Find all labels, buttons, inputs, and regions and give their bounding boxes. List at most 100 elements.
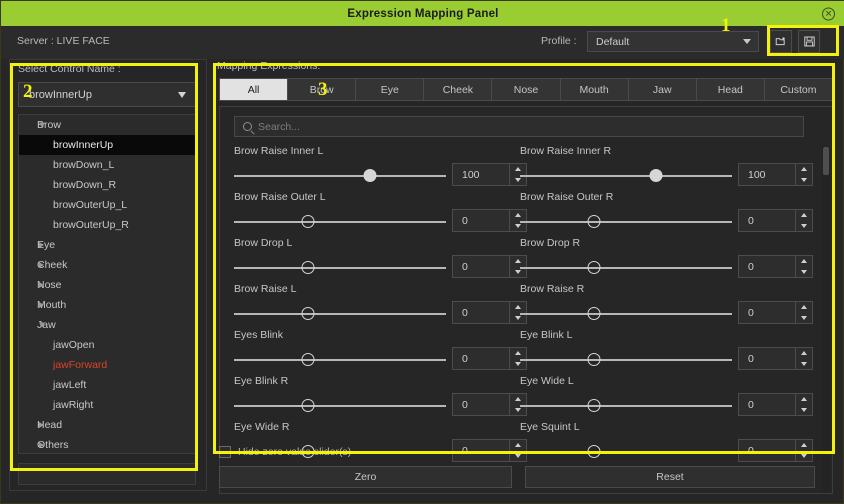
control-name-dropdown[interactable]: browInnerUp: [18, 82, 196, 107]
stepper-up-icon[interactable]: [796, 348, 812, 359]
slider-value-input[interactable]: 0: [738, 301, 796, 324]
expression-slider[interactable]: [234, 261, 446, 275]
tree-item-others[interactable]: Others: [19, 435, 195, 453]
expression-slider[interactable]: [234, 399, 446, 413]
tree-item-browdown_l[interactable]: browDown_L: [19, 155, 195, 175]
hide-zero-value-sliders-checkbox[interactable]: Hide zero value slider(s): [219, 446, 351, 458]
scrollbar-thumb[interactable]: [823, 147, 829, 175]
tree-item-mouth[interactable]: Mouth: [19, 295, 195, 315]
expression-slider[interactable]: [234, 169, 446, 183]
slider-value-input[interactable]: 0: [452, 393, 510, 416]
chevron-down-icon[interactable]: [39, 122, 45, 128]
expression-slider[interactable]: [234, 215, 446, 229]
stepper-up-icon[interactable]: [796, 440, 812, 451]
slider-value-input[interactable]: 0: [738, 209, 796, 232]
slider-knob[interactable]: [587, 353, 601, 366]
slider-knob[interactable]: [363, 169, 377, 182]
stepper-down-icon[interactable]: [796, 451, 812, 462]
slider-knob[interactable]: [587, 445, 601, 458]
stepper-down-icon[interactable]: [796, 405, 812, 416]
tree-item-browouterup_l[interactable]: browOuterUp_L: [19, 195, 195, 215]
slider-knob[interactable]: [301, 399, 315, 412]
slider-stepper[interactable]: [796, 439, 813, 462]
stepper-down-icon[interactable]: [796, 359, 812, 370]
slider-stepper[interactable]: [796, 163, 813, 186]
tree-item-brow[interactable]: Brow: [19, 115, 195, 135]
slider-knob[interactable]: [587, 399, 601, 412]
tree-item-browouterup_r[interactable]: browOuterUp_R: [19, 215, 195, 235]
chevron-right-icon[interactable]: [39, 302, 44, 308]
expression-slider[interactable]: [520, 215, 732, 229]
tab-all[interactable]: All: [219, 78, 289, 101]
slider-value-input[interactable]: 0: [738, 255, 796, 278]
expression-slider[interactable]: [520, 169, 732, 183]
stepper-down-icon[interactable]: [796, 267, 812, 278]
slider-stepper[interactable]: [796, 347, 813, 370]
expression-slider[interactable]: [234, 353, 446, 367]
slider-knob[interactable]: [301, 353, 315, 366]
expression-slider[interactable]: [520, 399, 732, 413]
slider-value-input[interactable]: 0: [738, 347, 796, 370]
save-profile-button[interactable]: [798, 30, 820, 53]
slider-knob[interactable]: [301, 261, 315, 274]
tree-item-jawright[interactable]: jawRight: [19, 395, 195, 415]
slider-value-input[interactable]: 0: [452, 347, 510, 370]
slider-value-input[interactable]: 0: [738, 393, 796, 416]
stepper-up-icon[interactable]: [796, 394, 812, 405]
expression-slider[interactable]: [234, 307, 446, 321]
search-input[interactable]: Search...: [234, 116, 804, 137]
slider-knob[interactable]: [649, 169, 663, 182]
tree-item-nose[interactable]: Nose: [19, 275, 195, 295]
chevron-right-icon[interactable]: [39, 442, 44, 448]
close-icon[interactable]: ✕: [822, 7, 835, 20]
slider-knob[interactable]: [301, 307, 315, 320]
chevron-right-icon[interactable]: [39, 422, 44, 428]
zero-button[interactable]: Zero: [219, 466, 512, 488]
slider-knob[interactable]: [587, 261, 601, 274]
tab-brow[interactable]: Brow: [288, 78, 357, 101]
slider-stepper[interactable]: [796, 393, 813, 416]
chevron-right-icon[interactable]: [39, 282, 44, 288]
tab-eye[interactable]: Eye: [356, 78, 425, 101]
stepper-down-icon[interactable]: [796, 221, 812, 232]
stepper-down-icon[interactable]: [796, 313, 812, 324]
tab-mouth[interactable]: Mouth: [560, 78, 629, 101]
vertical-scrollbar[interactable]: [822, 145, 830, 493]
tree-item-head[interactable]: Head: [19, 415, 195, 435]
slider-knob[interactable]: [587, 307, 601, 320]
slider-value-input[interactable]: 0: [452, 209, 510, 232]
stepper-up-icon[interactable]: [796, 164, 812, 175]
stepper-up-icon[interactable]: [796, 256, 812, 267]
tree-item-browinnerup[interactable]: browInnerUp: [19, 135, 195, 155]
slider-value-input[interactable]: 0: [452, 439, 510, 462]
slider-value-input[interactable]: 0: [738, 439, 796, 462]
stepper-up-icon[interactable]: [796, 210, 812, 221]
tab-jaw[interactable]: Jaw: [628, 78, 697, 101]
reset-button[interactable]: Reset: [525, 466, 815, 488]
slider-value-input[interactable]: 100: [738, 163, 796, 186]
tree-item-jaw[interactable]: Jaw: [19, 315, 195, 335]
slider-value-input[interactable]: 100: [452, 163, 510, 186]
expression-slider[interactable]: [520, 307, 732, 321]
tree-item-cheek[interactable]: Cheek: [19, 255, 195, 275]
slider-value-input[interactable]: 0: [452, 301, 510, 324]
tab-head[interactable]: Head: [696, 78, 765, 101]
expression-slider[interactable]: [520, 261, 732, 275]
slider-knob[interactable]: [587, 215, 601, 228]
load-profile-button[interactable]: [770, 30, 792, 53]
slider-value-input[interactable]: 0: [452, 255, 510, 278]
chevron-down-icon[interactable]: [39, 322, 45, 328]
slider-stepper[interactable]: [796, 255, 813, 278]
stepper-down-icon[interactable]: [796, 175, 812, 186]
control-name-tree[interactable]: Brow browInnerUp browDown_L browDown_R browO…: [18, 114, 196, 454]
stepper-up-icon[interactable]: [796, 302, 812, 313]
expression-slider[interactable]: [520, 445, 732, 459]
expression-slider[interactable]: [520, 353, 732, 367]
slider-knob[interactable]: [301, 215, 315, 228]
profile-dropdown[interactable]: Default: [587, 31, 759, 52]
tab-custom[interactable]: Custom: [764, 78, 833, 101]
tab-cheek[interactable]: Cheek: [424, 78, 493, 101]
tree-item-browdown_r[interactable]: browDown_R: [19, 175, 195, 195]
tree-item-eye[interactable]: Eye: [19, 235, 195, 255]
chevron-right-icon[interactable]: [39, 242, 44, 248]
